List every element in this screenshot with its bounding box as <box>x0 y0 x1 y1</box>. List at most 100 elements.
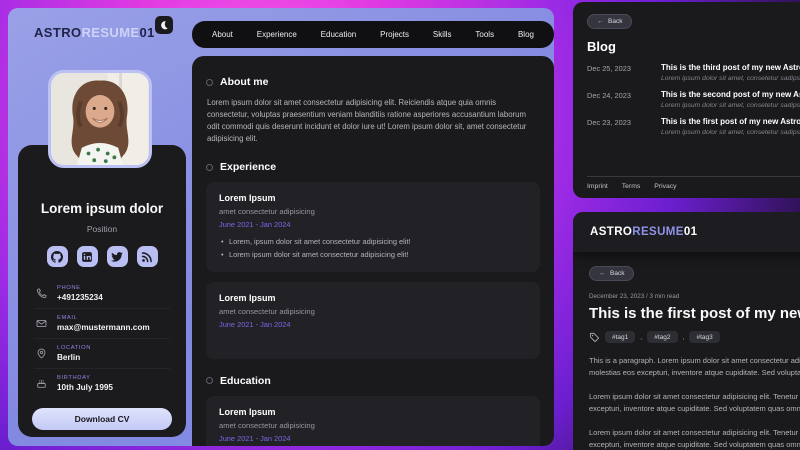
nav-item-projects[interactable]: Projects <box>380 30 409 39</box>
nav-item-blog[interactable]: Blog <box>518 30 534 39</box>
logo-part-astro: ASTRO <box>590 226 633 238</box>
post-page-title: This is the first post of my new Astro b… <box>589 305 800 322</box>
section-ring-icon <box>206 377 213 385</box>
logo-part-resume: RESUME <box>81 25 140 40</box>
github-icon <box>51 250 63 263</box>
entry-subtitle: amet consectetur adipisicing <box>219 306 315 316</box>
contact-list: PHONE +491235234 EMAIL max@mustermann.co… <box>34 279 170 398</box>
about-section-heading: About me <box>206 76 540 88</box>
post-meta: December 23, 2023 / 3 min read <box>589 293 680 300</box>
nav-item-about[interactable]: About <box>212 30 233 39</box>
birthday-cake-icon <box>37 379 46 388</box>
footer-links: Imprint Terms Privacy <box>587 177 800 196</box>
contact-label-birthday: BIRTHDAY <box>57 375 91 381</box>
tag-icon <box>589 332 600 342</box>
contact-label-phone: PHONE <box>57 285 81 291</box>
post-title-link[interactable]: This is the second post of my new Astro … <box>661 90 800 99</box>
site-logo[interactable]: ASTRORESUME01 <box>34 25 155 40</box>
back-button[interactable]: ← Back <box>589 266 635 281</box>
post-excerpt: Lorem ipsum dolor sit amet, consetetur s… <box>661 129 800 136</box>
resume-content-card: About me Lorem ipsum dolor sit amet cons… <box>192 56 554 446</box>
logo-part-astro: ASTRO <box>34 25 82 40</box>
about-heading-label: About me <box>220 76 269 88</box>
footer-link-imprint[interactable]: Imprint <box>587 183 608 190</box>
twitter-icon <box>111 251 123 262</box>
education-heading-label: Education <box>220 374 271 387</box>
nav-item-skills[interactable]: Skills <box>433 30 452 39</box>
resume-page-panel: ASTRORESUME01 About Experience Education… <box>8 8 554 446</box>
main-nav: About Experience Education Projects Skil… <box>192 21 554 48</box>
github-link[interactable] <box>46 246 68 267</box>
phone-icon <box>36 288 47 299</box>
contact-label-email: EMAIL <box>57 315 78 321</box>
social-links <box>18 246 186 267</box>
contact-row-phone: PHONE +491235234 <box>34 279 170 309</box>
paragraph-line: molestias eos excepturi, inventore atque… <box>589 368 800 377</box>
blog-list-item[interactable]: Dec 25, 2023 This is the third post of m… <box>587 63 800 82</box>
blog-post-panel: ASTRORESUME01 ← Back December 23, 2023 /… <box>573 212 800 450</box>
theme-toggle-button[interactable] <box>155 16 173 34</box>
tag-chip[interactable]: #tag1 <box>605 331 636 343</box>
post-date: Dec 24, 2023 <box>587 91 631 100</box>
about-text: Lorem ipsum dolor sit amet consectetur a… <box>207 98 527 144</box>
nav-item-experience[interactable]: Experience <box>257 30 297 39</box>
location-icon <box>37 348 46 359</box>
nav-item-education[interactable]: Education <box>321 30 357 39</box>
entry-title: Lorem Ipsum <box>219 292 276 303</box>
experience-entry: Lorem Ipsum amet consectetur adipisicing… <box>206 182 540 272</box>
tag-chip[interactable]: #tag3 <box>689 331 720 343</box>
footer-link-privacy[interactable]: Privacy <box>654 183 676 190</box>
back-button-label: Back <box>610 270 625 277</box>
blog-list-item[interactable]: Dec 24, 2023 This is the second post of … <box>587 90 800 109</box>
education-entry: Lorem Ipsum amet consectetur adipisicing… <box>206 395 540 446</box>
back-button-label: Back <box>608 18 623 25</box>
profile-name: Lorem ipsum dolor <box>40 201 164 216</box>
entry-title: Lorem Ipsum <box>219 193 276 204</box>
blog-post-header: ASTRORESUME01 <box>573 212 800 252</box>
education-section-heading: Education <box>206 375 540 387</box>
contact-value-phone: +491235234 <box>57 293 103 302</box>
entry-subtitle: amet consectetur adipisicing <box>219 420 315 430</box>
email-icon <box>36 319 47 328</box>
contact-label-location: LOCATION <box>57 345 92 351</box>
nav-item-tools[interactable]: Tools <box>475 30 494 39</box>
entry-bullets: Lorem, ipsum dolor sit amet consectetur … <box>219 236 527 260</box>
post-excerpt: Lorem ipsum dolor sit amet, consetetur s… <box>661 102 800 109</box>
twitter-link[interactable] <box>106 246 128 267</box>
logo-part-num: 01 <box>683 226 698 238</box>
back-button[interactable]: ← Back <box>587 14 633 29</box>
moon-icon <box>161 21 168 30</box>
paragraph-line: excepturi, inventore atque cupiditate. S… <box>589 440 800 449</box>
post-paragraph: This is a paragraph. Lorem ipsum dolor s… <box>589 355 800 379</box>
experience-heading-label: Experience <box>220 161 277 174</box>
experience-section-heading: Experience <box>206 161 540 173</box>
paragraph-line: This is a paragraph. Lorem ipsum dolor s… <box>589 356 800 365</box>
post-paragraph: Lorem ipsum dolor sit amet consectetur a… <box>589 427 800 450</box>
rss-link[interactable] <box>136 246 158 267</box>
entry-title: Lorem Ipsum <box>219 406 276 417</box>
download-cv-button[interactable]: Download CV <box>32 408 172 430</box>
profile-photo-illustration <box>52 73 148 165</box>
post-title-link[interactable]: This is the first post of my new Astro b… <box>661 117 800 126</box>
contact-row-birthday: BIRTHDAY 10th July 1995 <box>34 369 170 398</box>
section-ring-icon <box>206 163 213 171</box>
tags-row: #tag1 , #tag2 , #tag3 <box>589 331 800 343</box>
post-date: Dec 25, 2023 <box>587 64 631 73</box>
contact-row-location: LOCATION Berlin <box>34 339 170 369</box>
post-title-link[interactable]: This is the third post of my new Astro b… <box>661 63 800 72</box>
tag-separator: , <box>682 333 685 341</box>
footer-link-terms[interactable]: Terms <box>622 183 641 190</box>
entry-period: June 2021 - Jan 2024 <box>219 319 291 329</box>
section-ring-icon <box>206 78 213 86</box>
tag-chip[interactable]: #tag2 <box>647 331 678 343</box>
logo-part-resume: RESUME <box>632 226 684 238</box>
entry-bullet: Lorem, ipsum dolor sit amet consectetur … <box>219 236 527 247</box>
blog-list-item[interactable]: Dec 23, 2023 This is the first post of m… <box>587 117 800 136</box>
rss-icon <box>141 251 152 262</box>
contact-value-location: Berlin <box>57 353 81 362</box>
site-logo[interactable]: ASTRORESUME01 <box>590 226 697 238</box>
linkedin-link[interactable] <box>76 246 98 267</box>
paragraph-line: excepturi, inventore atque cupiditate. S… <box>589 404 800 413</box>
profile-photo <box>48 70 152 168</box>
contact-value-birthday: 10th July 1995 <box>57 383 113 392</box>
